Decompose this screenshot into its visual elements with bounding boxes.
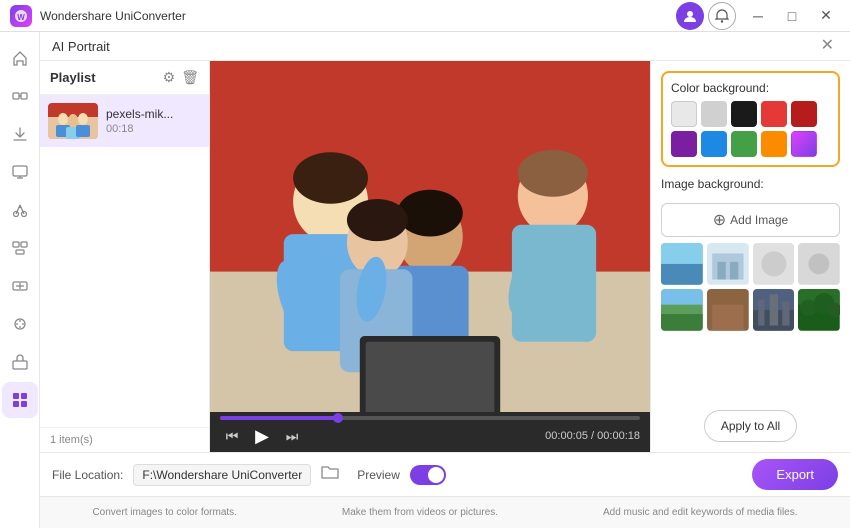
preview-toggle[interactable] [410, 465, 446, 485]
swatch-green[interactable] [731, 131, 757, 157]
bg-thumb-2[interactable] [707, 243, 749, 285]
image-bg-label: Image background: [661, 177, 840, 191]
playlist-header: Playlist ⚙ 🗑 [40, 61, 209, 95]
minimize-button[interactable]: ─ [744, 2, 772, 30]
footer-link-2[interactable]: Make them from videos or pictures. [334, 507, 506, 518]
footer-links: Convert images to color formats. Make th… [40, 496, 850, 528]
close-button[interactable]: ✕ [812, 2, 840, 30]
playback-controls: ⏮ ▶ ⏭ [220, 424, 304, 448]
ai-portrait-title: AI Portrait [52, 39, 110, 54]
notification-button[interactable] [708, 2, 736, 30]
sidebar-item-grid[interactable] [2, 382, 38, 418]
add-image-label: Add Image [730, 213, 788, 227]
titlebar-user-icons [676, 2, 736, 30]
browse-folder-button[interactable] [321, 464, 339, 485]
swatch-light-gray[interactable] [701, 101, 727, 127]
video-frame [210, 61, 650, 412]
controls-row: ⏮ ▶ ⏭ 00:00:05 / 00:00:18 [220, 424, 640, 448]
time-display: 00:00:05 / 00:00:18 [545, 430, 640, 442]
sidebar [0, 32, 40, 528]
maximize-button[interactable]: □ [778, 2, 806, 30]
bg-thumb-3[interactable] [753, 243, 795, 285]
playlist-delete-icon[interactable]: 🗑 [181, 69, 199, 86]
total-time: 00:00:18 [597, 430, 640, 442]
ai-portrait-header: AI Portrait ✕ [40, 32, 850, 61]
video-controls: ⏮ ▶ ⏭ 00:00:05 / 00:00:18 [210, 412, 650, 452]
titlebar: W Wondershare UniConverter ─ □ ✕ [0, 0, 850, 32]
app-logo: W [10, 5, 32, 27]
color-background-section: Color background: [661, 71, 840, 167]
file-path-value: F:\Wondershare UniConverter [133, 464, 311, 486]
swatch-white[interactable] [671, 101, 697, 127]
sidebar-item-toolbox[interactable] [2, 344, 38, 380]
previous-button[interactable]: ⏮ [220, 424, 244, 448]
add-image-button[interactable]: ⊕ Add Image [661, 203, 840, 237]
bg-thumb-8[interactable] [798, 289, 840, 331]
playlist-icons: ⚙ 🗑 [163, 69, 199, 86]
playlist-item-duration: 00:18 [106, 123, 201, 135]
footer-link-3[interactable]: Add music and edit keywords of media fil… [595, 507, 806, 518]
bottom-bar: File Location: F:\Wondershare UniConvert… [40, 452, 850, 496]
add-icon: ⊕ [713, 210, 726, 230]
progress-dot [333, 413, 343, 423]
color-swatches [671, 101, 830, 157]
swatch-black[interactable] [731, 101, 757, 127]
panel-close-button[interactable]: ✕ [817, 38, 838, 54]
swatch-blue[interactable] [701, 131, 727, 157]
bg-thumb-5[interactable] [661, 289, 703, 331]
sidebar-item-merge[interactable] [2, 230, 38, 266]
preview-label: Preview [357, 468, 400, 482]
video-area: ⏮ ▶ ⏭ 00:00:05 / 00:00:18 [210, 61, 650, 452]
bg-thumb-6[interactable] [707, 289, 749, 331]
video-preview [210, 61, 650, 412]
playlist-item[interactable]: pexels-mik... 00:18 [40, 95, 209, 147]
color-bg-label: Color background: [671, 81, 830, 95]
swatch-purple[interactable] [671, 131, 697, 157]
sidebar-item-compress[interactable] [2, 268, 38, 304]
bg-thumbnails [661, 243, 840, 331]
sidebar-item-screen[interactable] [2, 154, 38, 190]
sidebar-item-cut[interactable] [2, 192, 38, 228]
sidebar-item-download[interactable] [2, 116, 38, 152]
progress-bar[interactable] [220, 416, 640, 420]
right-panel: Color background: [650, 61, 850, 452]
playlist-title: Playlist [50, 70, 96, 85]
image-background-section: Image background: ⊕ Add Image [661, 177, 840, 331]
playlist-settings-icon[interactable]: ⚙ [163, 69, 176, 86]
swatch-gradient[interactable] [791, 131, 817, 157]
playlist-item-name: pexels-mik... [106, 107, 201, 121]
file-location-label: File Location: [52, 468, 123, 482]
export-button[interactable]: Export [752, 459, 838, 490]
sidebar-item-convert[interactable] [2, 78, 38, 114]
footer-link-1[interactable]: Convert images to color formats. [84, 507, 245, 518]
sidebar-item-home[interactable] [2, 40, 38, 76]
playlist-panel: Playlist ⚙ 🗑 [40, 61, 210, 452]
swatch-red[interactable] [761, 101, 787, 127]
thumbnail-image [48, 103, 98, 139]
playlist-item-info: pexels-mik... 00:18 [106, 107, 201, 135]
bg-thumb-4[interactable] [798, 243, 840, 285]
svg-text:W: W [17, 13, 25, 22]
bg-thumb-1[interactable] [661, 243, 703, 285]
play-button[interactable]: ▶ [250, 424, 274, 448]
apply-all-button[interactable]: Apply to All [704, 410, 797, 442]
content-area: AI Portrait ✕ Playlist ⚙ 🗑 [40, 32, 850, 528]
middle-section: Playlist ⚙ 🗑 [40, 61, 850, 452]
bg-thumb-7[interactable] [753, 289, 795, 331]
sidebar-item-enhance[interactable] [2, 306, 38, 342]
swatch-orange[interactable] [761, 131, 787, 157]
swatch-dark-red[interactable] [791, 101, 817, 127]
playlist-thumbnail [48, 103, 98, 139]
toggle-knob [428, 467, 444, 483]
app-title: Wondershare UniConverter [40, 9, 676, 23]
next-button[interactable]: ⏭ [280, 424, 304, 448]
current-time: 00:00:05 [545, 430, 588, 442]
user-account-button[interactable] [676, 2, 704, 30]
progress-fill [220, 416, 338, 420]
window-controls: ─ □ ✕ [744, 2, 840, 30]
app-body: AI Portrait ✕ Playlist ⚙ 🗑 [0, 32, 850, 528]
playlist-count: 1 item(s) [40, 427, 209, 452]
